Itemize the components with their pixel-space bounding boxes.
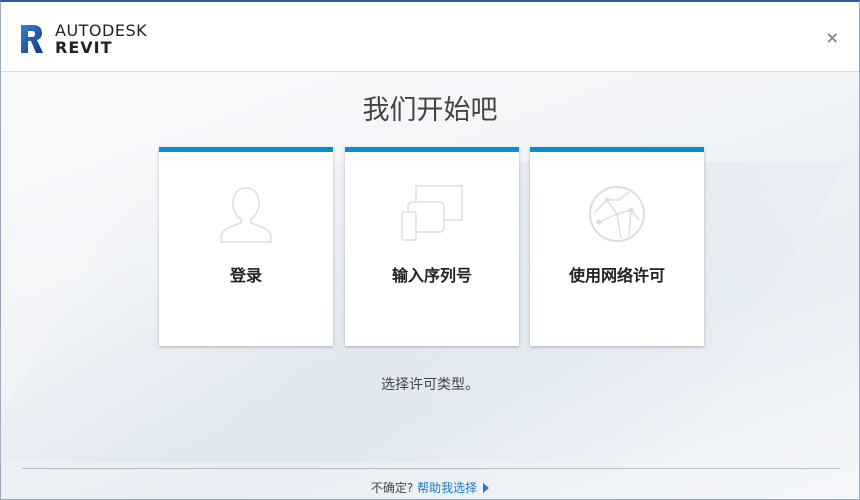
user-icon bbox=[220, 187, 272, 243]
close-button[interactable]: × bbox=[826, 28, 839, 47]
revit-r-icon bbox=[21, 25, 43, 53]
brand-line2: REVIT bbox=[55, 38, 113, 57]
card-label: 登录 bbox=[229, 266, 262, 285]
footer-question: 不确定? bbox=[370, 481, 414, 495]
autodesk-revit-logo: AUTODESK REVIT bbox=[19, 22, 147, 56]
serial-number-card[interactable]: 输入序列号 bbox=[345, 147, 519, 346]
footer: 不确定? 帮助我选择 bbox=[1, 479, 859, 496]
brand-line1: AUTODESK bbox=[55, 21, 148, 40]
header: AUTODESK REVIT × bbox=[1, 2, 859, 72]
network-license-card[interactable]: 使用网络许可 bbox=[530, 147, 704, 346]
help-link-text[interactable]: 帮助我选择 bbox=[417, 481, 477, 495]
page-title: 我们开始吧 bbox=[362, 95, 498, 126]
network-globe-icon bbox=[589, 186, 645, 242]
play-arrow-icon bbox=[483, 483, 490, 493]
devices-icon bbox=[401, 185, 463, 241]
help-me-choose-link[interactable]: 帮助我选择 bbox=[417, 481, 490, 495]
card-label: 输入序列号 bbox=[391, 266, 472, 285]
sign-in-card[interactable]: 登录 bbox=[159, 147, 333, 346]
license-dialog: AUTODESK REVIT × 我们开始吧 登录 输入序列号 使用网络许可 选… bbox=[0, 0, 860, 500]
license-type-hint: 选择许可类型。 bbox=[381, 377, 479, 393]
divider bbox=[22, 468, 840, 469]
card-label: 使用网络许可 bbox=[568, 266, 665, 285]
